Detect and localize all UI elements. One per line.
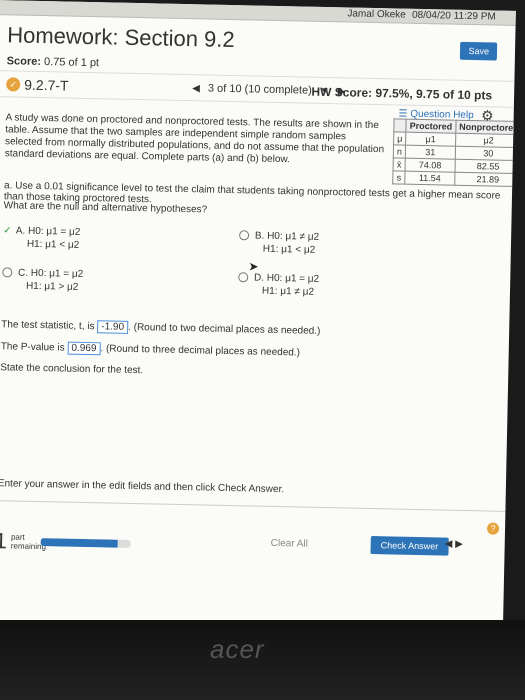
option-letter: A. xyxy=(15,225,26,237)
table-cell: μ xyxy=(393,131,407,146)
laptop-bezel: acer xyxy=(0,620,525,700)
correct-check-icon: ✓ xyxy=(3,225,12,237)
table-header xyxy=(393,118,407,133)
table-row: s 11.54 21.89 xyxy=(392,170,516,187)
data-table: Proctored Nonproctored μ μ1 μ2 n 31 30 x… xyxy=(392,118,516,187)
clear-all-button[interactable]: Clear All xyxy=(271,538,308,550)
table-cell: 31 xyxy=(405,145,456,160)
instructions: Enter your answer in the edit fields and… xyxy=(0,478,285,496)
question-position[interactable]: 3 of 10 (10 complete) xyxy=(208,83,312,97)
table-cell: n xyxy=(393,144,406,159)
option-h0: H0: μ1 = μ2 xyxy=(266,272,320,285)
question-id: ✓ 9.2.7-T xyxy=(6,76,69,94)
question-number: 9.2.7-T xyxy=(24,76,69,94)
option-b[interactable]: B. H0: μ1 ≠ μ2 H1: μ1 < μ2 xyxy=(239,229,320,257)
option-h1: H1: μ1 ≠ μ2 xyxy=(261,285,315,298)
test-statistic-note: . (Round to two decimal places as needed… xyxy=(127,321,321,337)
radio-button[interactable] xyxy=(239,230,250,241)
divider xyxy=(0,499,506,512)
part-pager: ◀ ▶ xyxy=(445,539,463,550)
test-statistic-line: The test statistic, t, is -1.90. (Round … xyxy=(1,318,320,338)
user-name: Jamal Okeke xyxy=(347,8,406,21)
table-cell: 11.54 xyxy=(404,171,455,186)
save-button[interactable]: Save xyxy=(460,41,498,61)
option-h1: H1: μ1 > μ2 xyxy=(25,280,79,293)
option-letter: B. xyxy=(254,230,265,242)
radio-button[interactable] xyxy=(2,267,13,278)
p-value-input[interactable]: 0.969 xyxy=(67,341,101,356)
parts-count: 1 xyxy=(0,528,8,554)
table-cell: x̄ xyxy=(393,157,406,172)
p-value-note: . (Round to three decimal places as need… xyxy=(100,343,301,359)
partial-credit-icon: ✓ xyxy=(6,77,21,92)
prev-question-icon[interactable]: ◀ xyxy=(192,83,200,94)
conclusion-prompt: State the conclusion for the test. xyxy=(0,362,144,377)
question-intro: A study was done on proctored and nonpro… xyxy=(4,112,385,166)
table-header: Proctored xyxy=(406,119,456,134)
table-cell: μ1 xyxy=(405,132,456,147)
option-d[interactable]: D. H0: μ1 = μ2 H1: μ1 ≠ μ2 xyxy=(238,271,319,299)
score: Score: 0.75 of 1 pt xyxy=(7,55,100,69)
test-statistic-input[interactable]: -1.90 xyxy=(97,320,129,334)
radio-button[interactable] xyxy=(238,272,249,283)
option-letter: D. xyxy=(253,272,265,284)
progress-fill xyxy=(40,538,118,548)
top-bar: Jamal Okeke 08/04/20 11:29 PM xyxy=(0,0,516,26)
clock: 08/04/20 11:29 PM xyxy=(411,9,496,23)
test-statistic-prefix: The test statistic, t, is xyxy=(1,319,95,333)
option-h0: H0: μ1 = μ2 xyxy=(27,225,81,238)
option-letter: C. xyxy=(17,267,29,279)
table-cell: s xyxy=(392,170,406,185)
option-c[interactable]: C. H0: μ1 = μ2 H1: μ1 > μ2 xyxy=(2,266,83,294)
progress-bar xyxy=(40,538,131,548)
next-part-icon[interactable]: ▶ xyxy=(455,539,463,550)
check-answer-button[interactable]: Check Answer xyxy=(370,536,449,556)
parts-label-1: part xyxy=(10,532,25,542)
page-title: Homework: Section 9.2 xyxy=(7,22,235,53)
p-value-prefix: The P-value is xyxy=(0,341,65,354)
score-value: 0.75 of 1 pt xyxy=(43,56,100,70)
option-a[interactable]: ✓ A. H0: μ1 = μ2 H1: μ1 < μ2 xyxy=(3,224,81,252)
option-h0: H0: μ1 = μ2 xyxy=(30,267,84,280)
prev-part-icon[interactable]: ◀ xyxy=(445,539,453,550)
brand-logo: acer xyxy=(210,634,265,664)
hw-score: HW Score: 97.5%, 9.75 of 10 pts xyxy=(311,84,493,103)
option-h0: H0: μ1 ≠ μ2 xyxy=(267,230,320,243)
score-label: Score: xyxy=(6,55,42,68)
option-h1: H1: μ1 < μ2 xyxy=(26,238,80,251)
mouse-cursor-icon: ➤ xyxy=(248,259,259,274)
table-cell: 74.08 xyxy=(405,158,455,173)
option-h1: H1: μ1 < μ2 xyxy=(262,243,316,256)
help-icon[interactable]: ? xyxy=(486,522,500,535)
p-value-line: The P-value is 0.969. (Round to three de… xyxy=(1,340,301,359)
parts-remaining: 1 part remaining xyxy=(0,528,46,555)
screen: Jamal Okeke 08/04/20 11:29 PM Homework: … xyxy=(0,0,516,659)
table-cell: 21.89 xyxy=(454,172,516,187)
divider xyxy=(0,69,515,82)
